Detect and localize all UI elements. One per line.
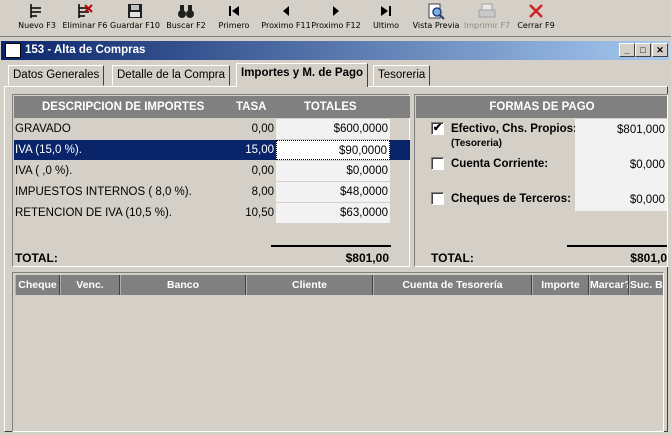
new-record-icon (30, 4, 41, 18)
importe-row-impuestos-internos[interactable]: IMPUESTOS INTERNOS ( 8,0 %). 8,00 $48,00… (14, 182, 410, 202)
cuenta-corriente-amount-field[interactable]: $0,000 (575, 157, 667, 193)
importe-row-gravado[interactable]: GRAVADO 0,00 $600,0000 (14, 119, 410, 139)
formas-pago-header: FORMAS DE PAGO (416, 96, 667, 118)
importe-tasa: 8,00 (251, 186, 274, 198)
importe-desc: IVA (15,0 %). (15, 144, 82, 156)
preview-button[interactable]: Vista Previa (413, 1, 459, 35)
cuenta-corriente-label: Cuenta Corriente: (451, 158, 549, 170)
importe-row-retencion-iva[interactable]: RETENCION DE IVA (10,5 %). 10,50 $63,000… (14, 203, 410, 223)
importes-header: DESCRIPCION DE IMPORTES TASA TOTALES (14, 96, 410, 118)
importe-row-iva-0[interactable]: IVA ( ,0 %). 0,00 $0,0000 (14, 161, 410, 181)
previous-button-label: Proximo F11 (261, 21, 311, 30)
preview-icon (428, 3, 445, 20)
total-separator (271, 245, 391, 247)
search-button-label: Buscar F2 (166, 21, 206, 30)
importe-tasa: 15,00 (245, 144, 274, 156)
col-suc-b[interactable]: Suc. B (629, 275, 663, 295)
delete-button[interactable]: Eliminar F6 (62, 1, 108, 35)
col-importe[interactable]: Importe (532, 275, 589, 295)
importe-total-field[interactable]: $90,0000 (276, 140, 390, 160)
cheques-terceros-amount-field[interactable]: $0,000 (575, 193, 667, 211)
fp-total-label: TOTAL: (431, 251, 474, 265)
fp-total-value: $801,0 (630, 251, 667, 265)
descripcion-header: DESCRIPCION DE IMPORTES (42, 101, 205, 113)
importe-tasa: 10,50 (245, 207, 274, 219)
col-venc[interactable]: Venc. (60, 275, 120, 295)
importe-desc: GRAVADO (15, 123, 71, 135)
new-button[interactable]: Nuevo F3 (16, 1, 58, 35)
efectivo-amount-field[interactable]: $801,000 (575, 119, 667, 157)
tab-detalle-compra[interactable]: Detalle de la Compra (112, 65, 231, 86)
efectivo-label: Efectivo, Chs. Propios: (451, 123, 577, 135)
print-button[interactable]: Imprimir F7 (464, 1, 510, 35)
importes-total-value: $801,00 (345, 251, 389, 265)
importe-total-field[interactable]: $48,0000 (276, 182, 390, 202)
new-button-label: Nuevo F3 (18, 21, 56, 30)
cheques-grid[interactable]: Cheque Venc. Banco Cliente Cuenta de Tes… (12, 272, 664, 432)
importe-total-field[interactable]: $600,0000 (276, 119, 390, 139)
col-marcar[interactable]: Marcar? (589, 275, 629, 295)
previous-button[interactable]: Proximo F11 (261, 1, 311, 35)
tab-tesoreria[interactable]: Tesoreria (373, 65, 431, 86)
minimize-button[interactable]: _ (619, 43, 635, 57)
importe-row-iva-15[interactable]: IVA (15,0 %). 15,00 $90,0000 (14, 140, 410, 160)
importe-total-field[interactable]: $0,0000 (276, 161, 390, 181)
toolbar: Nuevo F3 Eliminar F6 Guardar F10 Buscar … (0, 0, 671, 37)
fp-total-separator (567, 245, 667, 247)
col-cheque[interactable]: Cheque (15, 275, 60, 295)
close-x-icon (529, 4, 543, 18)
close-form-button-label: Cerrar F9 (517, 21, 555, 30)
efectivo-checkbox[interactable]: ✔ (431, 122, 444, 135)
efectivo-sublabel: (Tesoreria) (451, 138, 502, 149)
importe-tasa: 0,00 (251, 165, 274, 177)
importes-total-label: TOTAL: (15, 251, 58, 265)
cuenta-corriente-checkbox[interactable] (431, 157, 444, 170)
tab-datos-generales[interactable]: Datos Generales (8, 65, 105, 86)
maximize-button[interactable]: □ (635, 43, 651, 57)
close-form-button[interactable]: Cerrar F9 (515, 1, 557, 35)
delete-button-label: Eliminar F6 (62, 21, 108, 30)
cheques-terceros-checkbox[interactable] (431, 192, 444, 205)
importe-desc: IVA ( ,0 %). (15, 165, 73, 177)
cheques-terceros-label: Cheques de Terceros: (451, 193, 571, 205)
window-close-button[interactable]: ✕ (652, 43, 668, 57)
importe-desc: RETENCION DE IVA (10,5 %). (15, 207, 172, 219)
save-button[interactable]: Guardar F10 (110, 1, 160, 35)
save-icon (128, 4, 142, 18)
first-button[interactable]: Primero (214, 1, 254, 35)
importe-total-field[interactable]: $63,0000 (276, 203, 390, 223)
last-icon (381, 6, 391, 16)
totales-header: TOTALES (304, 101, 357, 113)
delete-record-icon (78, 4, 93, 18)
first-button-label: Primero (218, 21, 250, 30)
binoculars-icon (178, 5, 194, 18)
importes-group: DESCRIPCION DE IMPORTES TASA TOTALES GRA… (12, 94, 410, 267)
print-button-label: Imprimir F7 (463, 21, 511, 30)
importe-desc: IMPUESTOS INTERNOS ( 8,0 %). (15, 186, 192, 198)
next-button[interactable]: Proximo F12 (311, 1, 361, 35)
last-button[interactable]: Ultimo (368, 1, 404, 35)
next-icon (333, 6, 339, 16)
grid-header: Cheque Venc. Banco Cliente Cuenta de Tes… (15, 275, 663, 295)
previous-icon (283, 6, 289, 16)
importe-tasa: 0,00 (251, 123, 274, 135)
save-button-label: Guardar F10 (110, 21, 160, 30)
tab-importes-pago[interactable]: Importes y M. de Pago (236, 63, 369, 87)
preview-button-label: Vista Previa (412, 21, 460, 30)
col-cliente[interactable]: Cliente (246, 275, 373, 295)
col-banco[interactable]: Banco (120, 275, 246, 295)
app-icon (5, 43, 21, 58)
first-icon (229, 6, 239, 16)
window-title: 153 - Alta de Compras (25, 44, 146, 56)
next-button-label: Proximo F12 (311, 21, 361, 30)
last-button-label: Ultimo (372, 21, 400, 30)
search-button[interactable]: Buscar F2 (164, 1, 208, 35)
formas-pago-group: FORMAS DE PAGO ✔ Efectivo, Chs. Propios:… (414, 94, 668, 267)
window-titlebar: 153 - Alta de Compras _ □ ✕ (1, 41, 669, 60)
col-cuenta-tesoreria[interactable]: Cuenta de Tesorería (373, 275, 532, 295)
printer-icon (478, 3, 496, 18)
tasa-header: TASA (236, 101, 267, 113)
